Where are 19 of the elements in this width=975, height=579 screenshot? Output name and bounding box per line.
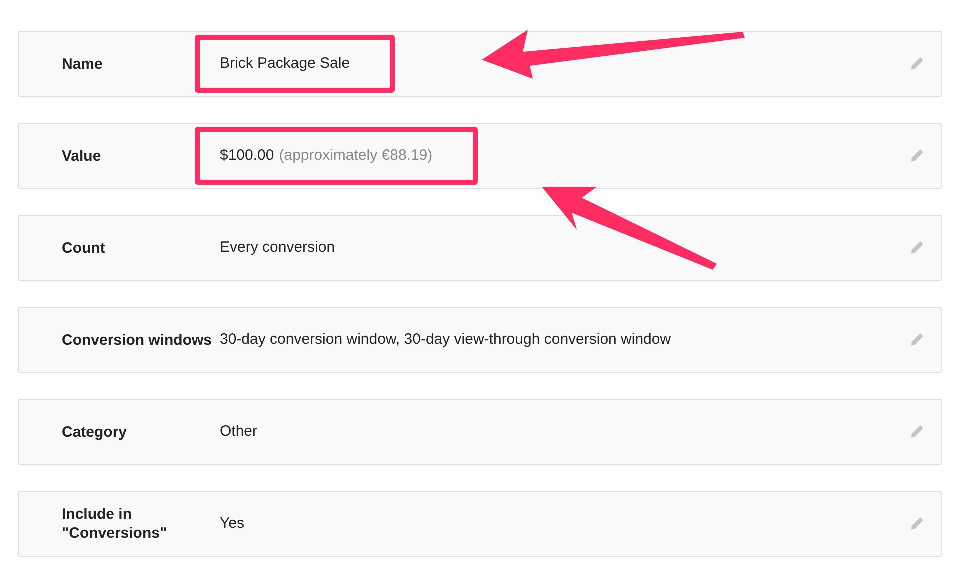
pencil-icon[interactable] [909, 240, 925, 256]
setting-value: 30-day conversion window, 30-day view-through conversion window [220, 330, 672, 350]
setting-value: Every conversion [220, 238, 336, 258]
pencil-icon[interactable] [909, 516, 925, 532]
pencil-icon[interactable] [909, 424, 925, 440]
pencil-icon[interactable] [909, 148, 925, 164]
setting-label: Count [62, 238, 106, 258]
approximate-value: (approximately €88.19) [279, 146, 433, 166]
setting-label: Name [62, 54, 104, 74]
setting-label: Conversion windows [62, 330, 214, 350]
setting-label: Value [62, 146, 102, 166]
setting-label: Category [62, 422, 128, 442]
pencil-icon[interactable] [909, 56, 925, 72]
setting-value: $100.00 [220, 146, 274, 166]
setting-value: Yes [220, 514, 244, 534]
setting-value: Other [220, 422, 258, 442]
setting-value: Brick Package Sale [220, 54, 350, 74]
pencil-icon[interactable] [909, 332, 925, 348]
setting-label: Include in "Conversions" [62, 505, 168, 543]
